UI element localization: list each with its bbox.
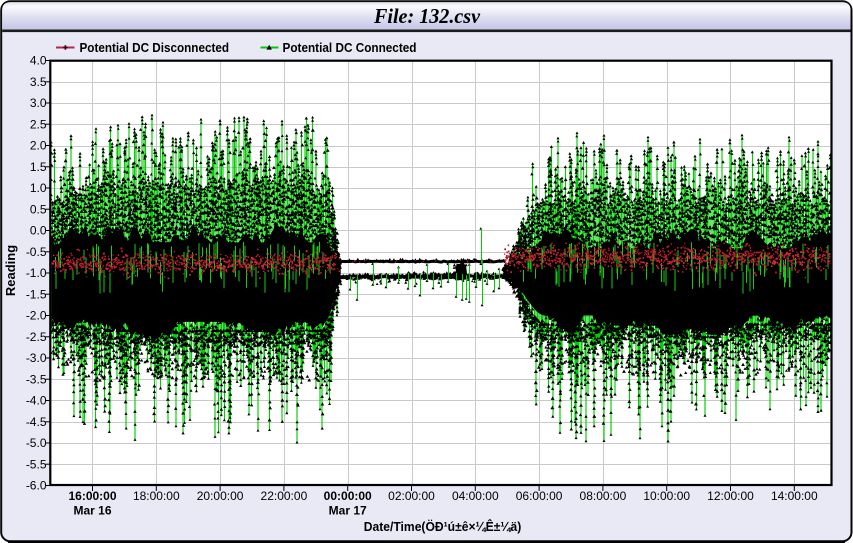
svg-text:20:00:00: 20:00:00 [197,489,244,503]
svg-text:Reading: Reading [3,245,18,296]
svg-text:1.5: 1.5 [30,160,47,174]
svg-text:1.0: 1.0 [30,181,47,195]
svg-text:-5.5: -5.5 [26,457,47,471]
svg-text:-3.0: -3.0 [26,351,47,365]
svg-text:12:00:00: 12:00:00 [707,489,754,503]
svg-text:14:00:00: 14:00:00 [771,489,818,503]
svg-text:Mar 17: Mar 17 [329,504,367,518]
svg-text:Mar 16: Mar 16 [73,504,111,518]
svg-text:16:00:00: 16:00:00 [68,489,116,503]
svg-text:0.0: 0.0 [30,224,47,238]
svg-text:Date/Time(ÖÐ¹ú±ê×¼Ê±¼ä): Date/Time(ÖÐ¹ú±ê×¼Ê±¼ä) [364,519,522,534]
svg-text:-0.5: -0.5 [26,245,47,259]
svg-text:3.5: 3.5 [30,75,47,89]
svg-text:0.5: 0.5 [30,202,47,216]
svg-text:00:00:00: 00:00:00 [324,489,372,503]
svg-text:Potential DC Connected: Potential DC Connected [283,41,417,55]
svg-text:2.0: 2.0 [30,139,47,153]
svg-text:-2.0: -2.0 [26,309,47,323]
svg-text:-3.5: -3.5 [26,372,47,386]
svg-text:06:00:00: 06:00:00 [516,489,563,503]
svg-text:02:00:00: 02:00:00 [388,489,435,503]
svg-text:22:00:00: 22:00:00 [261,489,308,503]
svg-text:04:00:00: 04:00:00 [452,489,499,503]
svg-text:10:00:00: 10:00:00 [643,489,690,503]
svg-text:-4.5: -4.5 [26,415,47,429]
svg-text:Potential DC Disconnected: Potential DC Disconnected [80,41,230,55]
svg-text:08:00:00: 08:00:00 [580,489,627,503]
svg-text:-5.0: -5.0 [26,436,47,450]
svg-text:File: 132.csv: File: 132.csv [373,4,481,28]
svg-text:-1.5: -1.5 [26,287,47,301]
svg-text:-4.0: -4.0 [26,394,47,408]
svg-text:18:00:00: 18:00:00 [133,489,180,503]
svg-text:4.0: 4.0 [30,54,47,68]
svg-text:-2.5: -2.5 [26,330,47,344]
svg-text:-6.0: -6.0 [26,479,47,493]
svg-text:2.5: 2.5 [30,117,47,131]
svg-text:-1.0: -1.0 [26,266,47,280]
svg-text:3.0: 3.0 [30,96,47,110]
